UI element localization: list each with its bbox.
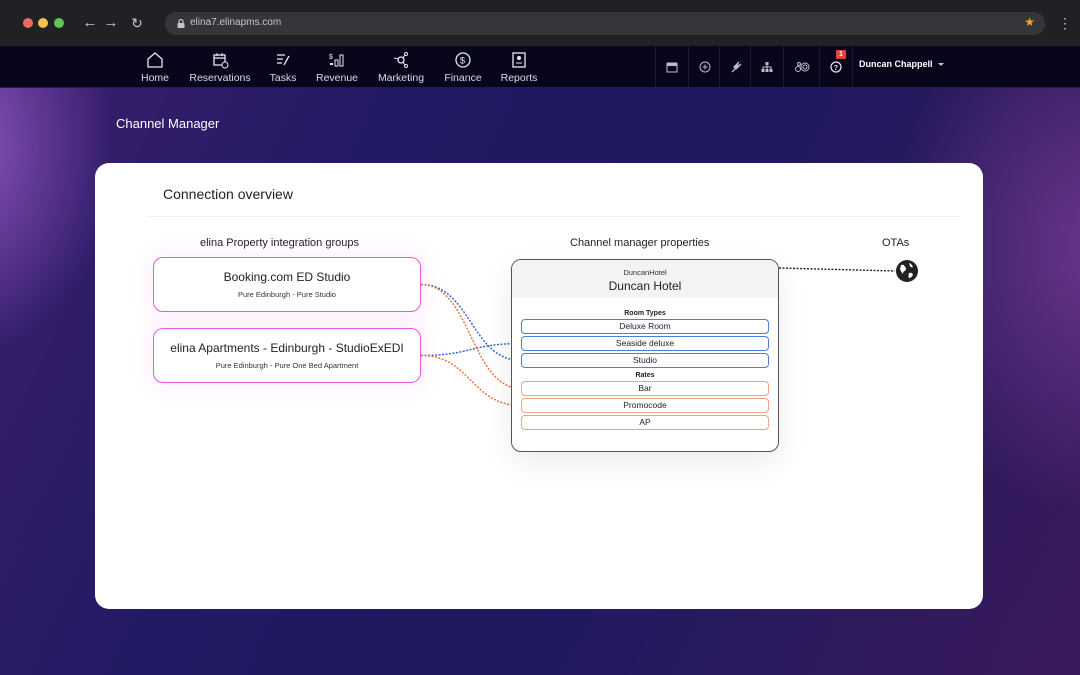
nav-marketing[interactable]: Marketing xyxy=(376,46,426,88)
room-types-label: Room Types xyxy=(624,310,666,317)
revenue-icon: $ xyxy=(329,54,344,67)
nav-label: Reservations xyxy=(189,72,251,84)
dollar-circle-icon: $ xyxy=(455,52,471,68)
calendar-icon xyxy=(666,62,678,73)
rate-item[interactable]: Promocode xyxy=(521,398,769,413)
svg-text:$: $ xyxy=(329,54,333,61)
marketing-icon xyxy=(393,52,408,68)
property-name: Duncan Hotel xyxy=(608,279,682,293)
connection-line-room xyxy=(420,283,522,362)
user-menu[interactable]: Duncan Chappell xyxy=(859,59,933,69)
add-button[interactable] xyxy=(688,46,721,88)
nav-reports[interactable]: Reports xyxy=(500,46,538,88)
address-bar[interactable]: elina7.elinapms.com ★ xyxy=(165,12,1045,35)
column-header-otas: OTAs xyxy=(882,237,910,249)
page-title: Channel Manager xyxy=(116,116,220,131)
ota-connection-line xyxy=(778,267,896,272)
connection-line-rate xyxy=(420,283,522,390)
plus-circle-icon xyxy=(699,61,711,73)
reload-icon[interactable]: ↻ xyxy=(129,13,145,33)
svg-text:$: $ xyxy=(460,56,465,66)
nav-label: Reports xyxy=(500,72,538,84)
group-subtitle: Pure Edinburgh - Pure One Bed Apartment xyxy=(215,361,359,370)
plug-icon xyxy=(731,61,742,73)
close-window-button[interactable] xyxy=(23,18,33,28)
room-type-item[interactable]: Deluxe Room xyxy=(521,319,769,334)
card-title: Connection overview xyxy=(163,186,293,202)
connection-overview-card: Connection overview elina Property integ… xyxy=(95,163,983,609)
property-header: DuncanHotel Duncan Hotel xyxy=(512,260,778,298)
nav-revenue[interactable]: $ Revenue xyxy=(316,46,358,88)
divider xyxy=(148,216,960,217)
nav-label: Tasks xyxy=(269,72,297,84)
chevron-down-icon[interactable] xyxy=(938,63,944,66)
room-type-item[interactable]: Seaside deluxe xyxy=(521,336,769,351)
settings-button[interactable] xyxy=(783,46,819,88)
back-icon[interactable]: ← xyxy=(82,13,98,33)
structure-button[interactable] xyxy=(750,46,783,88)
minimize-window-button[interactable] xyxy=(38,18,48,28)
svg-text:?: ? xyxy=(834,65,838,72)
nav-label: Finance xyxy=(444,72,482,84)
connection-line-room xyxy=(420,342,522,357)
home-icon xyxy=(147,52,163,68)
column-header-properties: Channel manager properties xyxy=(570,237,710,249)
rate-item[interactable]: AP xyxy=(521,415,769,430)
nav-home[interactable]: Home xyxy=(140,46,170,88)
lock-icon xyxy=(177,18,185,28)
forward-icon[interactable]: → xyxy=(103,13,119,33)
sitemap-icon xyxy=(761,62,773,72)
integrations-button[interactable] xyxy=(719,46,752,88)
room-type-item[interactable]: Studio xyxy=(521,353,769,368)
help-icon: ? xyxy=(830,61,842,73)
notification-badge: 1 xyxy=(836,50,846,59)
url-text: elina7.elinapms.com xyxy=(190,17,282,28)
tasks-icon xyxy=(277,54,290,66)
calendar-button[interactable] xyxy=(655,46,688,88)
bookmark-star-icon[interactable]: ★ xyxy=(1024,15,1035,29)
channel-manager-property-card: DuncanHotel Duncan Hotel Room Types Delu… xyxy=(511,259,779,452)
integration-group-card[interactable]: elina Apartments - Edinburgh - StudioExE… xyxy=(153,328,421,383)
browser-chrome: ← → ↻ elina7.elinapms.com ★ ⋮ xyxy=(0,0,1080,46)
calendar-check-icon xyxy=(213,53,229,69)
globe-icon[interactable] xyxy=(895,259,919,283)
integration-group-card[interactable]: Booking.com ED Studio Pure Edinburgh - P… xyxy=(153,257,421,312)
nav-label: Home xyxy=(140,72,169,84)
group-name: Booking.com ED Studio xyxy=(223,270,351,284)
connection-line-rate xyxy=(420,354,522,407)
rates-label: Rates xyxy=(635,372,655,379)
browser-menu-icon[interactable]: ⋮ xyxy=(1058,14,1072,32)
divider xyxy=(852,46,853,88)
column-header-groups: elina Property integration groups xyxy=(200,237,359,249)
group-subtitle: Pure Edinburgh - Pure Studio xyxy=(238,290,336,299)
nav-label: Marketing xyxy=(377,72,425,84)
property-code: DuncanHotel xyxy=(623,268,667,277)
nav-tasks[interactable]: Tasks xyxy=(268,46,298,88)
nav-finance[interactable]: $ Finance xyxy=(443,46,483,88)
rate-item[interactable]: Bar xyxy=(521,381,769,396)
nav-reservations[interactable]: Reservations xyxy=(188,46,252,88)
settings-icon xyxy=(794,62,809,72)
nav-label: Revenue xyxy=(315,72,359,84)
group-name: elina Apartments - Edinburgh - StudioExE… xyxy=(170,341,404,355)
report-icon xyxy=(512,52,526,68)
maximize-window-button[interactable] xyxy=(54,18,64,28)
